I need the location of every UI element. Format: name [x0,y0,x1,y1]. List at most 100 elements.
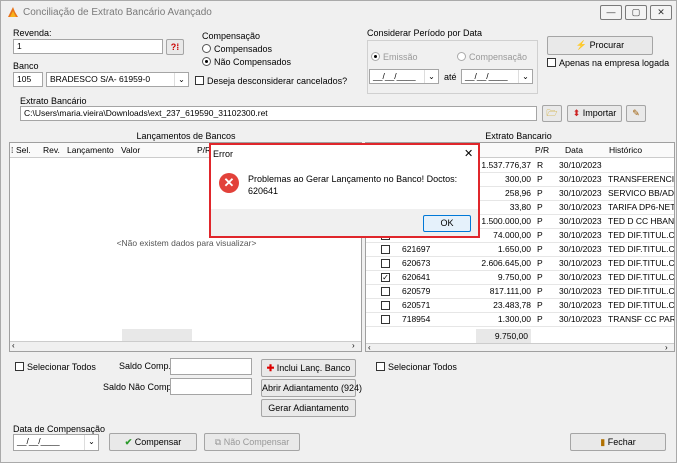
row-valor: 1.650,00 [497,244,531,254]
brush-icon[interactable]: ✎ [626,105,646,122]
row-valor: 1.300,00 [497,314,531,324]
col-sel[interactable]: Sel. [16,145,31,155]
import-icon: ⬍ [572,108,581,118]
apenas-checkbox[interactable]: Apenas na empresa logada [547,58,669,68]
row-checkbox[interactable] [381,287,390,296]
row-checkbox[interactable] [381,245,390,254]
periodo-from-input[interactable]: __/__/____ ⌄ [369,69,439,84]
nao-compensar-button[interactable]: ⧉ Não Compensar [204,433,300,451]
radio-nao-compensados[interactable]: Não Compensados [202,57,291,67]
fechar-button[interactable]: ▮ Fechar [570,433,666,451]
row-historico: TRANSF CC PARA [608,314,675,324]
chevron-down-icon: ⌄ [518,70,532,83]
banco-select[interactable]: BRADESCO S/A- 61959-0 ⌄ [46,72,189,87]
row-pr: P [537,286,543,296]
row-historico: TED DIF.TITUL.C [608,230,675,240]
row-data: 30/10/2023 [559,314,602,324]
checkbox-icon [547,58,556,67]
folder-open-icon[interactable]: 🗁 [542,105,562,122]
extrato-path-input[interactable]: C:\Users\maria.vieira\Downloads\ext_237_… [20,106,537,121]
scroll-left-icon[interactable]: ‹ [368,343,371,351]
dialog-title-bar: Error ✕ [211,145,478,163]
minimize-button[interactable]: — [600,5,622,20]
chevron-down-icon: ⌄ [174,73,188,86]
row-checkbox[interactable]: ✓ [381,273,390,282]
row-pr: P [537,258,543,268]
table-row[interactable]: 620579 817.111,00 P 30/10/2023 TED DIF.TITUL… [366,285,675,299]
window-title: Conciliação de Extrato Bancário Avançado [23,7,212,18]
col-rev[interactable]: Rev. [43,145,60,155]
lanc-select-all-checkbox[interactable]: Selecionar Todos [15,362,96,372]
row-doc: 620673 [402,258,431,268]
radio-compensados[interactable]: Compensados [202,44,272,54]
row-historico: TED DIF.TITUL.C [608,300,675,310]
gerar-adiantamento-button[interactable]: Gerar Adiantamento [261,399,356,417]
abrir-adiantamento-button[interactable]: Abrir Adiantamento (924) [261,379,362,397]
col-valor[interactable]: Valor [121,145,140,155]
periodo-to-input[interactable]: __/__/____ ⌄ [461,69,533,84]
table-row[interactable]: 620571 23.483,78 P 30/10/2023 TED DIF.TITUL.… [366,299,675,313]
revenda-input[interactable]: 1 [13,39,163,54]
row-valor: 817.111,00 [489,286,531,296]
row-historico: TARIFA DP6-NET [608,202,675,212]
table-row[interactable]: 621697 1.650,00 P 30/10/2023 TED DIF.TITUL.C [366,243,675,257]
lightning-icon: ⚡ [575,40,588,50]
row-historico: TED DIF.TITUL.C [608,286,675,296]
door-exit-icon: ▮ [600,437,606,447]
row-historico: TRANSFERENCIA [608,174,675,184]
row-historico: TED DIF.TITUL.C [608,272,675,282]
col-lancamento[interactable]: Lançamento [67,145,114,155]
periodo-group [367,40,538,94]
table-row[interactable]: ✓ 620641 9.750,00 P 30/10/2023 TED DIF.TITUL.… [366,271,675,285]
row-checkbox[interactable] [381,259,390,268]
row-doc: 620571 [402,300,431,310]
row-checkbox[interactable] [381,301,390,310]
compensacao-label: Compensação [202,31,261,41]
row-data: 30/10/2023 [559,258,602,268]
row-historico: SERVICO BB/ADV [608,188,675,198]
lancamentos-footer-cell [122,329,192,341]
desconsiderar-checkbox[interactable]: Deseja desconsiderar cancelados? [195,76,347,86]
extrato-label: Extrato Bancário [20,96,87,106]
col-ext-data[interactable]: Data [565,145,583,155]
scroll-left-icon[interactable]: ‹ [12,341,15,350]
scroll-right-icon[interactable]: › [352,341,355,350]
importar-button[interactable]: ⬍ Importar [567,105,622,122]
ext-select-all-checkbox[interactable]: Selecionar Todos [376,362,457,372]
radio-compensacao-periodo[interactable]: Compensação [457,52,527,62]
table-row[interactable]: 620673 2.606.645,00 P 30/10/2023 TED DIF.TIT… [366,257,675,271]
col-ext-pr[interactable]: P/R [535,145,549,155]
ate-label: até [444,72,457,82]
chevron-down-icon: ⌄ [424,70,438,83]
compensar-button[interactable]: ✔ Compensar [109,433,197,451]
row-data: 30/10/2023 [559,244,602,254]
col-ext-historico[interactable]: Histórico [609,145,642,155]
procurar-button[interactable]: ⚡ Procurar [547,36,653,55]
radio-emissao-icon [371,52,380,61]
inclui-lanc-button[interactable]: ✚ Inclui Lanç. Banco [261,359,356,377]
row-data: 30/10/2023 [559,286,602,296]
dialog-ok-button[interactable]: OK [423,215,471,232]
row-historico: TED DIF.TITUL.C [608,258,675,268]
row-pr: P [537,216,543,226]
checkbox-icon [15,362,24,371]
extrato-hscroll[interactable]: ‹ › [366,343,674,351]
radio-emissao[interactable]: Emissão [371,52,418,62]
row-data: 30/10/2023 [559,216,602,226]
scroll-right-icon[interactable]: › [665,343,668,351]
row-historico: TED D CC HBANK [608,216,675,226]
row-pr: P [537,314,543,324]
row-valor: 2.606.645,00 [481,258,531,268]
dialog-close-icon[interactable]: ✕ [464,147,473,160]
close-window-button[interactable]: ✕ [650,5,672,20]
row-checkbox[interactable] [381,315,390,324]
lancamentos-hscroll[interactable]: ‹ › [10,341,361,351]
table-row[interactable]: 718954 1.300,00 P 30/10/2023 TRANSF CC PARA [366,313,675,327]
row-data: 30/10/2023 [559,202,602,212]
banco-code-input[interactable]: 105 [13,72,43,87]
maximize-button[interactable]: ▢ [625,5,647,20]
error-dialog: Error ✕ ✕ Problemas ao Gerar Lançamento … [209,143,480,238]
revenda-lookup-button[interactable]: ?⁞ [166,39,184,55]
row-historico: TED DIF.TITUL.C [608,244,675,254]
data-comp-input[interactable]: __/__/____ ⌄ [13,434,99,451]
